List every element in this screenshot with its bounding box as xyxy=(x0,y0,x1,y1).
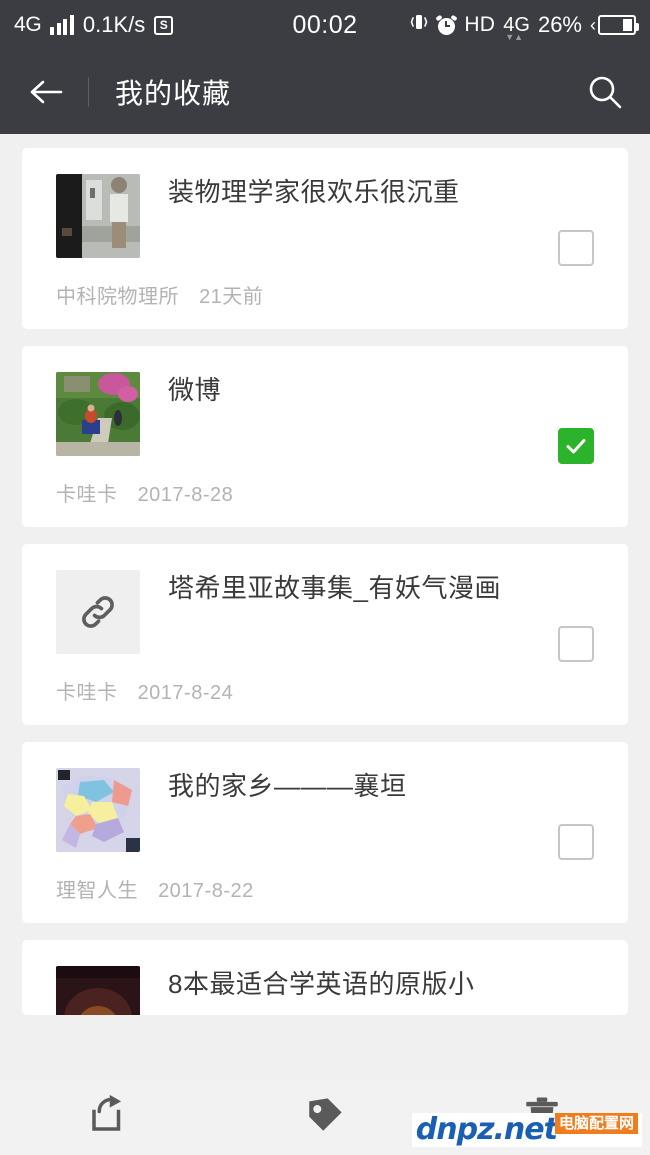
status-bar: 4G 0.1K/s S 00:02 HD 4G ▼▲ 26% ‹ xyxy=(0,0,650,50)
photo-thumbnail xyxy=(56,372,140,456)
list-item-title: 我的家乡———襄垣 xyxy=(168,771,407,801)
tag-icon xyxy=(304,1094,346,1141)
list-item-meta: 理智人生 2017-8-22 xyxy=(56,874,604,903)
network-speed-label: 0.1K/s xyxy=(82,12,146,37)
app-bar: 我的收藏 xyxy=(0,50,650,134)
battery-icon xyxy=(598,15,639,35)
watermark-badge: 电脑配置网 xyxy=(554,1112,638,1134)
list-item-meta: 卡哇卡 2017-8-24 xyxy=(56,676,604,705)
signal-bars-icon xyxy=(50,15,74,35)
list-item[interactable]: 装物理学家很欢乐很沉重 中科院物理所 21天前 xyxy=(22,148,628,329)
vibrate-icon xyxy=(409,12,429,38)
share-icon xyxy=(87,1094,129,1141)
list-item-top: 装物理学家很欢乐很沉重 xyxy=(56,174,604,258)
list-item[interactable]: 8本最适合学英语的原版小 xyxy=(22,940,628,1015)
list-item-checkbox[interactable] xyxy=(558,428,594,464)
status-bar-right: HD 4G ▼▲ 26% ‹ xyxy=(409,12,639,42)
list-item-source: 理智人生 xyxy=(56,880,138,902)
favorites-list[interactable]: 装物理学家很欢乐很沉重 中科院物理所 21天前 微博 卡哇卡 2017-8-28… xyxy=(0,134,650,1155)
list-item[interactable]: 我的家乡———襄垣 理智人生 2017-8-22 xyxy=(22,742,628,923)
back-arrow-icon[interactable] xyxy=(26,72,66,112)
page-title: 我的收藏 xyxy=(115,78,232,109)
list-item-date: 2017-8-22 xyxy=(158,880,254,902)
second-network-label: 4G ▼▲ xyxy=(503,14,530,42)
list-item-source: 中科院物理所 xyxy=(56,286,179,308)
list-item-top: 塔希里亚故事集_有妖气漫画 xyxy=(56,570,604,654)
network-type-label: 4G xyxy=(14,13,42,36)
watermark-text: dnpz.net xyxy=(415,1112,558,1147)
link-icon xyxy=(56,570,140,654)
list-item-date: 21天前 xyxy=(199,286,264,308)
map-thumbnail xyxy=(56,768,140,852)
app-bar-divider xyxy=(88,77,89,107)
status-bar-left: 4G 0.1K/s S xyxy=(14,12,174,38)
list-item-title: 8本最适合学英语的原版小 xyxy=(168,969,475,999)
tag-button[interactable] xyxy=(217,1080,434,1155)
list-item-title: 塔希里亚故事集_有妖气漫画 xyxy=(168,573,501,603)
bottom-action-bar: dnpz.net 电脑配置网 xyxy=(0,1080,650,1155)
list-item-source: 卡哇卡 xyxy=(56,484,118,506)
list-item-title: 装物理学家很欢乐很沉重 xyxy=(168,177,460,207)
site-watermark: dnpz.net 电脑配置网 xyxy=(411,1112,642,1147)
photo-thumbnail xyxy=(56,174,140,258)
list-item-date: 2017-8-28 xyxy=(137,484,234,506)
list-item-checkbox[interactable] xyxy=(558,626,594,662)
list-item-meta: 卡哇卡 2017-8-28 xyxy=(56,478,604,507)
battery-percent-label: 26% xyxy=(537,12,582,37)
list-item[interactable]: 塔希里亚故事集_有妖气漫画 卡哇卡 2017-8-24 xyxy=(22,544,628,725)
hd-label: HD xyxy=(464,13,496,36)
sim-card-icon: S xyxy=(154,15,174,35)
list-item-date: 2017-8-24 xyxy=(137,682,234,704)
list-item[interactable]: 微博 卡哇卡 2017-8-28 xyxy=(22,346,628,527)
photo-thumbnail xyxy=(56,966,140,1015)
list-item-checkbox[interactable] xyxy=(558,824,594,860)
share-button[interactable] xyxy=(0,1080,217,1155)
list-item-source: 卡哇卡 xyxy=(56,682,118,704)
list-item-top: 我的家乡———襄垣 xyxy=(56,768,604,852)
alarm-clock-icon xyxy=(435,14,458,35)
list-item-meta: 中科院物理所 21天前 xyxy=(56,280,604,309)
checkmark-icon xyxy=(566,439,586,454)
list-item-checkbox[interactable] xyxy=(558,230,594,266)
battery-charge-mark: ‹ xyxy=(590,14,596,35)
search-icon[interactable] xyxy=(582,69,628,115)
list-item-title: 微博 xyxy=(168,375,222,405)
list-item-top: 微博 xyxy=(56,372,604,456)
list-item-top: 8本最适合学英语的原版小 xyxy=(56,966,604,1015)
